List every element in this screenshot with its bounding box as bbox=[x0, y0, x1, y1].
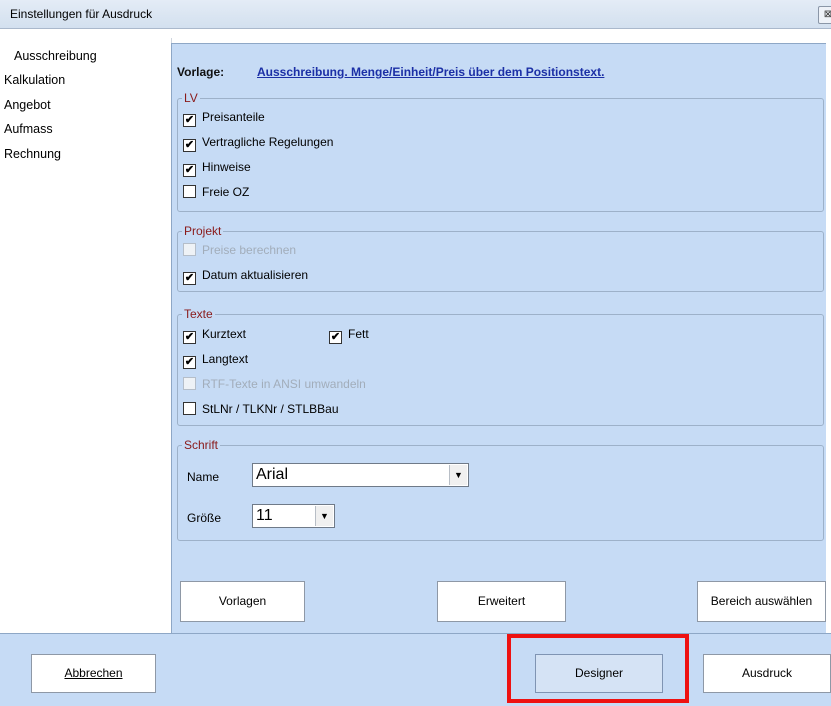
checkbox-stlnr-box[interactable] bbox=[183, 402, 196, 415]
checkbox-hinweise[interactable]: ✔ Hinweise bbox=[183, 159, 251, 177]
nav-item-angebot[interactable]: Angebot bbox=[4, 95, 51, 115]
checkbox-preisanteile[interactable]: ✔ Preisanteile bbox=[183, 109, 265, 127]
checkbox-hinweise-box[interactable]: ✔ bbox=[183, 164, 196, 177]
dialog-footer: Abbrechen Designer Ausdruck bbox=[0, 633, 831, 706]
group-lv-title: LV bbox=[182, 91, 200, 105]
font-name-select[interactable]: Arial ▼ bbox=[252, 463, 469, 487]
designer-highlight bbox=[507, 634, 689, 703]
checkbox-kurztext-label: Kurztext bbox=[202, 327, 247, 341]
group-projekt: Projekt Preise berechnen ✔ Datum aktualis… bbox=[177, 224, 824, 292]
chevron-down-icon[interactable]: ▼ bbox=[315, 506, 333, 526]
group-texte-title: Texte bbox=[182, 307, 215, 321]
checkbox-datum-aktualisieren-box[interactable]: ✔ bbox=[183, 272, 196, 285]
checkbox-rtf-ansi-label: RTF-Texte in ANSI umwandeln bbox=[202, 377, 366, 391]
bereich-auswaehlen-button[interactable]: Bereich auswählen bbox=[697, 581, 826, 622]
nav-item-aufmass[interactable]: Aufmass bbox=[4, 119, 53, 139]
ausdruck-button[interactable]: Ausdruck bbox=[703, 654, 831, 693]
checkbox-fett-box[interactable]: ✔ bbox=[329, 331, 342, 344]
checkbox-fett-label: Fett bbox=[348, 327, 369, 341]
title-bar: Einstellungen für Ausdruck ⊠ bbox=[0, 0, 831, 29]
checkbox-preise-berechnen-box[interactable] bbox=[183, 243, 196, 256]
font-name-value: Arial bbox=[256, 466, 289, 483]
vorlagen-button[interactable]: Vorlagen bbox=[180, 581, 305, 622]
checkbox-langtext-label: Langtext bbox=[202, 352, 249, 366]
checkbox-rtf-ansi[interactable]: RTF-Texte in ANSI umwandeln bbox=[183, 376, 366, 392]
settings-panel: Vorlage: Ausschreibung. Menge/Einheit/Pr… bbox=[171, 43, 826, 634]
vorlage-label: Vorlage: bbox=[177, 65, 225, 79]
group-projekt-title: Projekt bbox=[182, 224, 224, 238]
checkbox-langtext-box[interactable]: ✔ bbox=[183, 356, 196, 369]
checkbox-preisanteile-label: Preisanteile bbox=[202, 110, 265, 124]
checkbox-fett[interactable]: ✔ Fett bbox=[329, 326, 369, 344]
group-texte: Texte ✔ Kurztext ✔ Fett ✔ Langtext RTF-Text… bbox=[177, 307, 824, 426]
checkbox-vertragliche-regelungen-box[interactable]: ✔ bbox=[183, 139, 196, 152]
font-size-label: Größe bbox=[187, 511, 222, 525]
checkbox-preise-berechnen-label: Preise berechnen bbox=[202, 243, 297, 257]
close-icon[interactable]: ⊠ bbox=[818, 6, 831, 24]
vorlage-link[interactable]: Ausschreibung. Menge/Einheit/Preis über … bbox=[257, 65, 604, 79]
settings-nav: Ausschreibung Kalkulation Angebot Aufmas… bbox=[0, 38, 172, 633]
chevron-down-icon[interactable]: ▼ bbox=[449, 465, 467, 485]
checkbox-vertragliche-regelungen-label: Vertragliche Regelungen bbox=[202, 135, 334, 149]
checkbox-langtext[interactable]: ✔ Langtext bbox=[183, 351, 249, 369]
group-schrift: Schrift Name Arial ▼ Größe 11 ▼ bbox=[177, 438, 824, 541]
checkbox-freie-oz-box[interactable] bbox=[183, 185, 196, 198]
checkbox-datum-aktualisieren[interactable]: ✔ Datum aktualisieren bbox=[183, 267, 309, 285]
checkbox-kurztext-box[interactable]: ✔ bbox=[183, 331, 196, 344]
window-title: Einstellungen für Ausdruck bbox=[10, 7, 153, 21]
nav-item-ausschreibung[interactable]: Ausschreibung bbox=[14, 46, 97, 66]
checkbox-datum-aktualisieren-label: Datum aktualisieren bbox=[202, 268, 309, 282]
font-size-select[interactable]: 11 ▼ bbox=[252, 504, 335, 528]
abbrechen-button[interactable]: Abbrechen bbox=[31, 654, 156, 693]
group-lv: LV ✔ Preisanteile ✔ Vertragliche Regelunge… bbox=[177, 91, 824, 212]
checkbox-freie-oz-label: Freie OZ bbox=[202, 185, 250, 199]
checkbox-stlnr-label: StLNr / TLKNr / STLBBau bbox=[202, 402, 339, 416]
nav-item-kalkulation[interactable]: Kalkulation bbox=[4, 70, 65, 90]
checkbox-preise-berechnen[interactable]: Preise berechnen bbox=[183, 242, 296, 258]
checkbox-rtf-ansi-box[interactable] bbox=[183, 377, 196, 390]
font-name-label: Name bbox=[187, 470, 220, 484]
checkbox-freie-oz[interactable]: Freie OZ bbox=[183, 184, 249, 200]
font-size-value: 11 bbox=[256, 507, 273, 524]
checkbox-hinweise-label: Hinweise bbox=[202, 160, 251, 174]
nav-item-rechnung[interactable]: Rechnung bbox=[4, 144, 61, 164]
checkbox-kurztext[interactable]: ✔ Kurztext bbox=[183, 326, 247, 344]
checkbox-stlnr[interactable]: StLNr / TLKNr / STLBBau bbox=[183, 401, 339, 417]
group-schrift-title: Schrift bbox=[182, 438, 221, 452]
checkbox-vertragliche-regelungen[interactable]: ✔ Vertragliche Regelungen bbox=[183, 134, 334, 152]
checkbox-preisanteile-box[interactable]: ✔ bbox=[183, 114, 196, 127]
erweitert-button[interactable]: Erweitert bbox=[437, 581, 566, 622]
